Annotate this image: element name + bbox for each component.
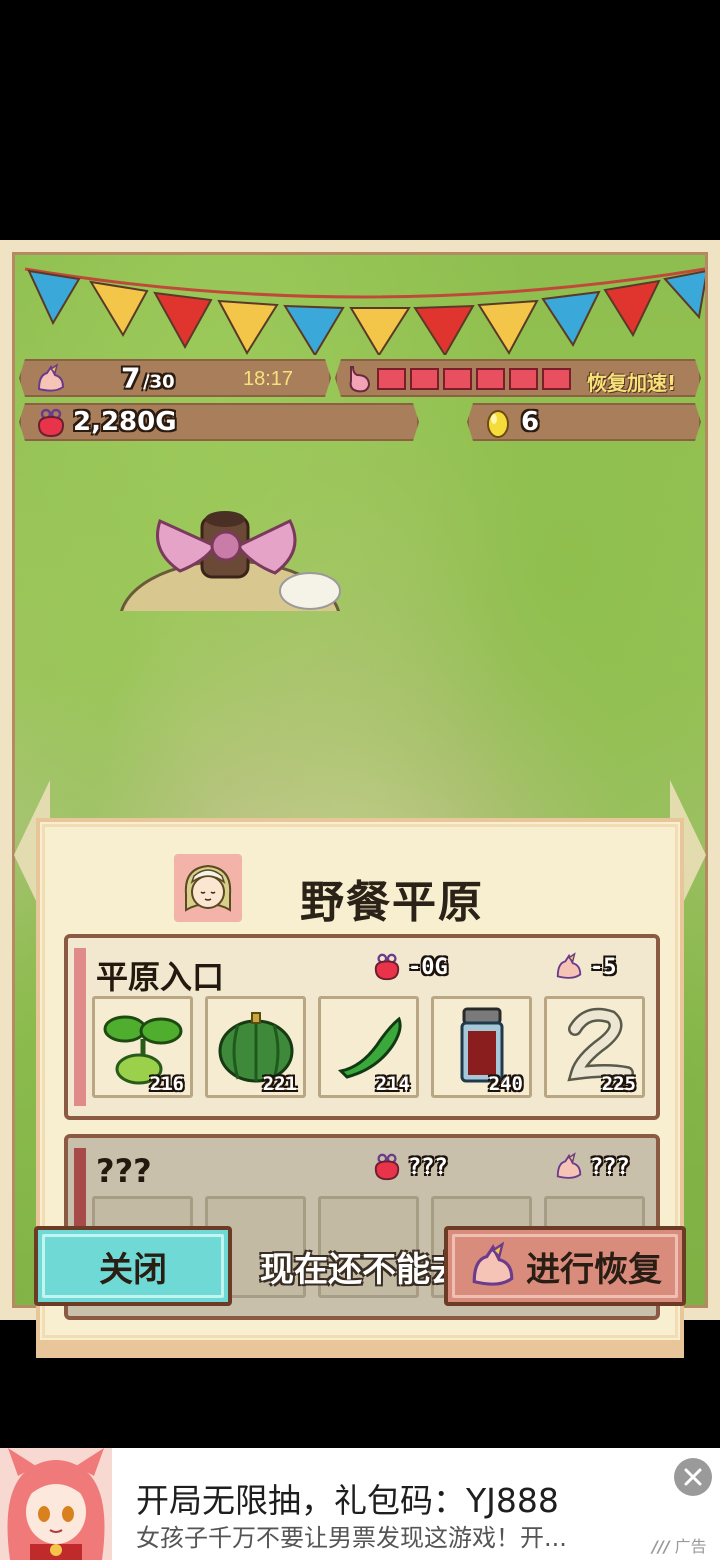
stamina-cost-value: ??? [590,1154,630,1180]
recover-speedup-label[interactable]: 恢复加速! [587,367,676,396]
item-count: 221 [262,1073,297,1095]
ad-title: 开局无限抽，礼包码：YJ888 [136,1481,559,1520]
purse-icon [374,1153,400,1181]
stamina-icon [556,1152,582,1179]
hunger-segment [542,368,571,390]
ad-tag-label: 广告 [674,1537,707,1556]
stamina-icon [556,952,582,979]
recover-button-label: 进行恢复 [526,1249,662,1290]
purse-icon [374,953,400,981]
hunger-segment [410,368,439,390]
item-slot[interactable]: 216 [92,996,193,1098]
egg-bar: 6 [467,403,701,441]
item-slots: 216 221 214 240 225 [92,996,645,1098]
gold-amount: 2,280G [73,407,177,437]
stamina-cost: ??? [554,1152,630,1182]
guide-avatar [174,854,242,922]
egg-count: 6 [521,407,540,437]
stamina-cost-value: -5 [590,954,617,980]
gold-cost: ??? [372,1152,448,1182]
golden-egg-icon [485,407,511,439]
stamina-cost: -5 [554,952,617,982]
close-button-label: 关闭 [99,1249,167,1290]
item-count: 240 [488,1073,523,1095]
hunger-segment [377,368,406,390]
hunger-segment [443,368,472,390]
bunting-decoration [24,267,705,355]
item-count: 214 [375,1073,410,1095]
area-name: 平原入口 [96,958,225,996]
ad-tag: /// 广告 [652,1533,707,1557]
item-slot[interactable]: 221 [205,996,306,1098]
stomach-icon [343,363,375,395]
gold-cost-value: ??? [408,1154,448,1180]
hunger-bar: 恢复加速! [335,359,701,397]
recover-button[interactable]: 进行恢复 [444,1226,686,1306]
purse-icon [35,407,67,439]
stamina-current: 7 [121,361,141,395]
ad-subtitle: 女孩子千万不要让男票发现这游戏！开... [136,1524,567,1552]
hunger-segment [509,368,538,390]
gold-cost-value: -0G [408,954,448,980]
recovery-timer: 18:17 [243,368,294,390]
ad-character-image [0,1448,112,1560]
ad-close-button[interactable] [674,1458,712,1496]
item-count: 216 [149,1073,184,1095]
item-slot[interactable]: 240 [431,996,532,1098]
panel-title: 野餐平原 [300,877,484,928]
stamina-max: /30 [143,371,175,393]
creature-sprite [119,511,341,611]
hunger-meter [377,368,571,390]
game-screen: 7 /30 18:17 恢复加速! 2,280G 6 野餐平原 平原入口 -0G… [0,240,720,1358]
item-count: 225 [601,1073,636,1095]
item-slot[interactable]: 225 [544,996,645,1098]
ad-banner[interactable]: 开局无限抽，礼包码：YJ888 女孩子千万不要让男票发现这游戏！开... [0,1448,720,1560]
close-button[interactable]: 关闭 [34,1226,232,1306]
item-slot[interactable]: 214 [318,996,419,1098]
area-card-entrance[interactable]: 平原入口 -0G -5 216 221 214 240 225 [64,934,660,1120]
area-name: ??? [96,1152,152,1190]
hunger-segment [476,368,505,390]
ad-brand-icon: /// [652,1537,670,1556]
close-icon [684,1468,702,1486]
stamina-icon [472,1241,514,1286]
stamina-bar: 7 /30 18:17 [19,359,331,397]
gold-cost: -0G [372,952,448,982]
gold-bar: 2,280G [19,403,419,441]
stamina-icon [35,363,67,395]
